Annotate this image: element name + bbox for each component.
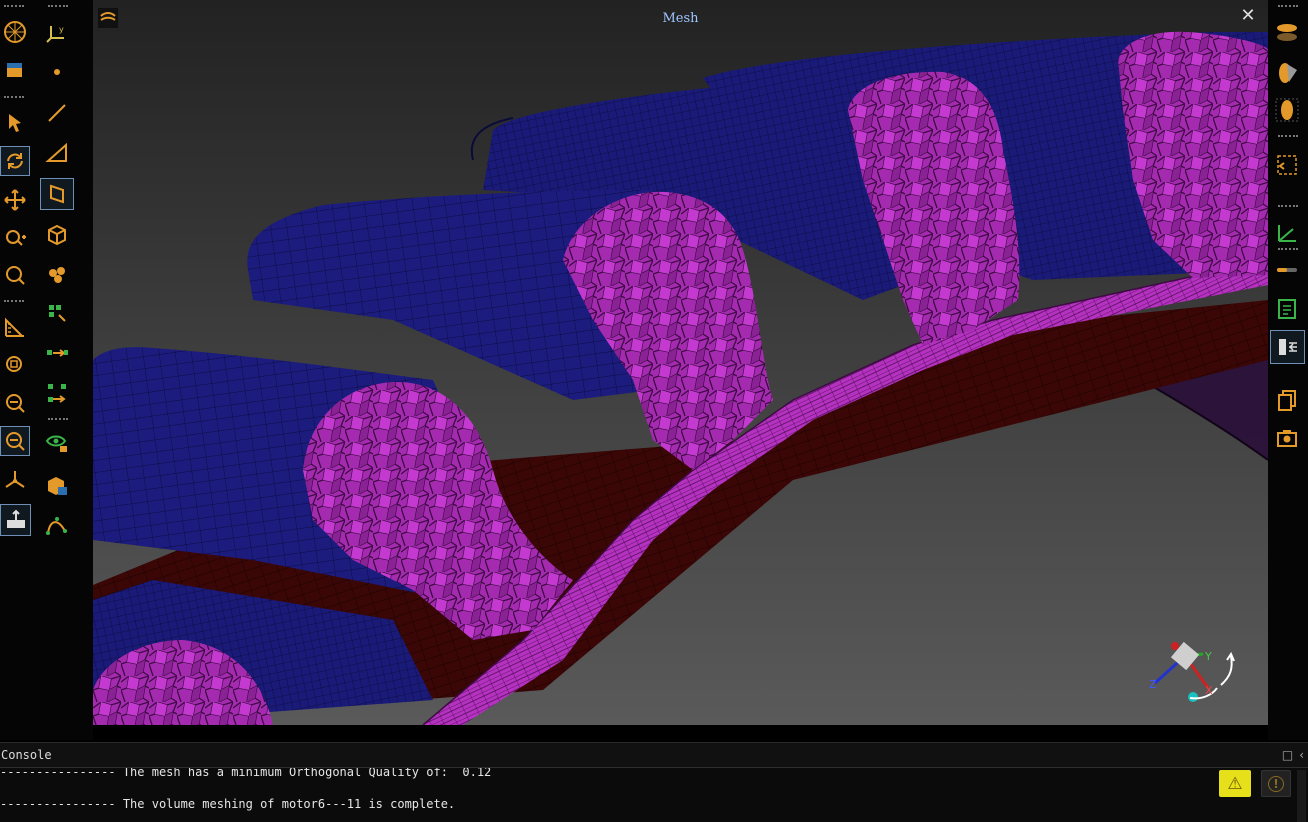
zoom-fit-icon[interactable] — [0, 350, 30, 380]
console-output[interactable]: ---------------- The mesh has a minimum … — [0, 768, 1308, 822]
plane-icon[interactable] — [40, 178, 74, 210]
pan-icon[interactable] — [0, 185, 30, 215]
panel-toggle-icon[interactable] — [1270, 330, 1305, 364]
warning-icon: ⚠ — [1227, 773, 1243, 794]
triad-z-label: Z — [1149, 678, 1157, 691]
spline-icon[interactable] — [42, 510, 72, 540]
console-header: Console □ ‹ — [0, 742, 1308, 768]
triad-y-label: Y — [1204, 650, 1212, 663]
box-display-icon[interactable] — [0, 55, 30, 85]
toolbar-grip[interactable] — [48, 5, 68, 9]
zoom-box-icon[interactable] — [0, 426, 30, 456]
console-line: ---------------- The mesh has a minimum … — [0, 768, 492, 779]
ruler-icon[interactable] — [0, 312, 30, 342]
zoom-in-icon[interactable] — [0, 222, 30, 252]
select-arrow-icon[interactable] — [0, 108, 30, 138]
toolbar-grip[interactable] — [4, 300, 24, 304]
arrows-icon[interactable] — [42, 338, 72, 368]
slider-icon[interactable] — [1272, 255, 1302, 285]
toolbar-grip[interactable] — [4, 96, 24, 100]
view-side-icon[interactable] — [1272, 57, 1302, 87]
console-title: Console — [1, 748, 52, 762]
cells-icon[interactable] — [42, 260, 72, 290]
zoom-circle-icon[interactable] — [0, 260, 30, 290]
close-viewport-button[interactable]: ✕ — [1238, 6, 1258, 26]
coord-axes-icon[interactable] — [1272, 218, 1302, 248]
graphics-viewport[interactable]: Z Y X Mesh ✕ — [93, 0, 1268, 725]
view-mesh-icon[interactable] — [1272, 95, 1302, 125]
select-box-icon[interactable] — [1272, 150, 1302, 180]
axis-triad-icon[interactable] — [0, 465, 30, 495]
svg-text:y: y — [59, 25, 64, 34]
undock-icon[interactable]: □ — [1282, 748, 1293, 762]
probe-icon[interactable] — [42, 298, 72, 328]
toolbar-grip[interactable] — [1278, 205, 1298, 209]
toolbar-grip[interactable] — [4, 5, 24, 9]
copy-icon[interactable] — [1272, 385, 1302, 415]
connect-icon[interactable] — [42, 378, 72, 408]
toolbar-grip[interactable] — [1278, 135, 1298, 139]
info-icon: ! — [1268, 775, 1284, 792]
mesh-sphere-icon[interactable] — [0, 17, 30, 47]
viewport-title: Mesh — [662, 11, 699, 26]
toolbar-grip[interactable] — [48, 418, 68, 422]
left-toolbar: y — [0, 0, 93, 740]
triangle-icon[interactable] — [42, 138, 72, 168]
color-box-icon[interactable] — [42, 470, 72, 500]
console-controls: □ ‹ — [1282, 748, 1304, 762]
camera-icon[interactable] — [1272, 423, 1302, 453]
zoom-out-icon[interactable] — [0, 388, 30, 418]
cube-icon[interactable] — [42, 220, 72, 250]
line-icon[interactable] — [42, 98, 72, 128]
console-scrollbar[interactable] — [1297, 770, 1306, 822]
notes-icon[interactable] — [1272, 294, 1302, 324]
mesh-render[interactable]: Z Y X — [93, 0, 1268, 725]
app-window: y Z Y X Mesh ✕ Console □ ‹ -------------… — [0, 0, 1308, 822]
info-filter-button[interactable]: ! — [1261, 770, 1291, 797]
view-eye-icon[interactable] — [42, 428, 72, 458]
xyz-axes-icon[interactable]: y — [42, 17, 72, 47]
warning-filter-button[interactable]: ⚠ — [1219, 770, 1251, 797]
chevron-left-icon[interactable]: ‹ — [1299, 748, 1304, 762]
console-line: ---------------- The volume meshing of m… — [0, 797, 456, 811]
rotate-icon[interactable] — [0, 146, 30, 176]
right-toolbar — [1268, 0, 1308, 740]
cutplane-icon[interactable] — [0, 504, 31, 536]
toolbar-grip[interactable] — [1278, 5, 1298, 9]
point-icon[interactable] — [42, 57, 72, 87]
toolbar-grip[interactable] — [1278, 248, 1298, 252]
view-top-icon[interactable] — [1272, 18, 1302, 48]
triad-x-label: X — [1205, 684, 1213, 697]
